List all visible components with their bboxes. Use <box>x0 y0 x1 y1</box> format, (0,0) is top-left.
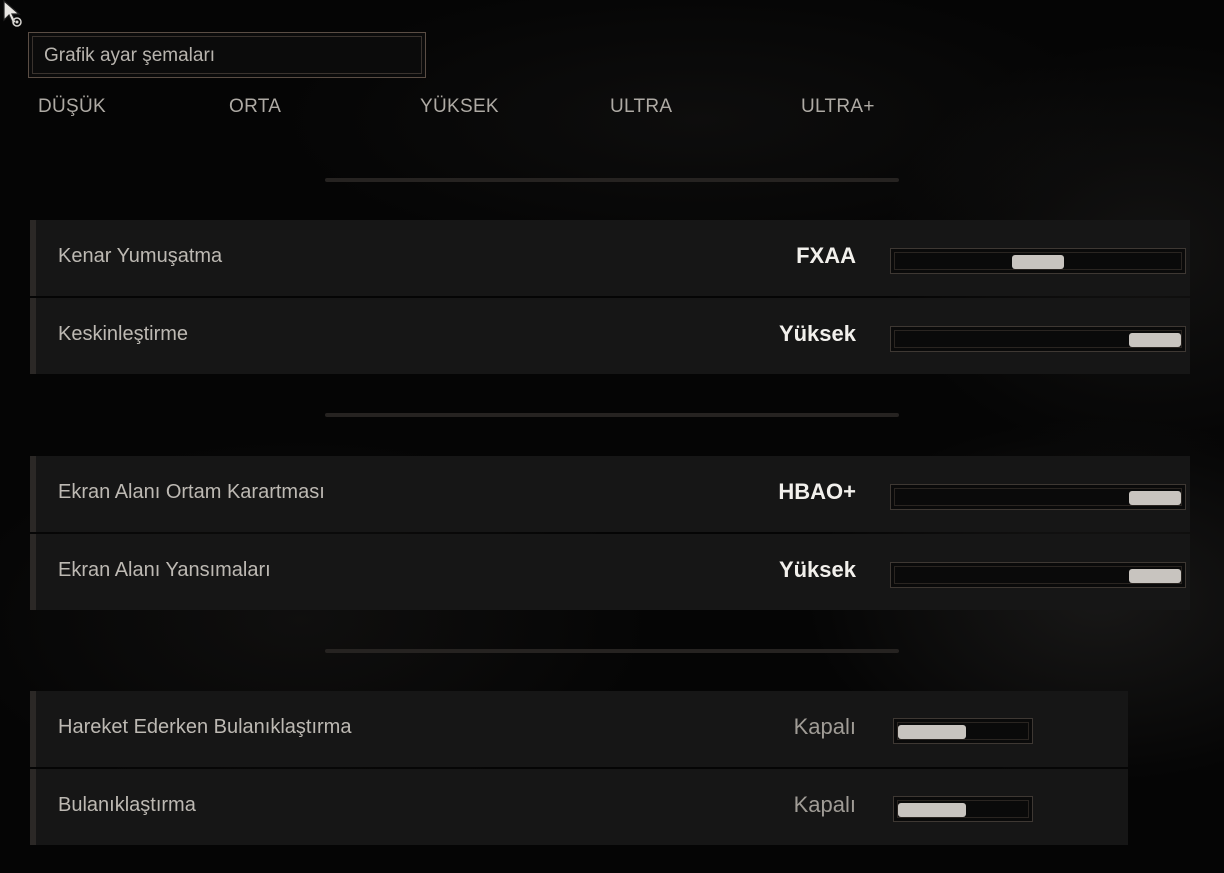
setting-label: Ekran Alanı Yansımaları <box>58 559 271 581</box>
setting-slider[interactable] <box>890 248 1186 274</box>
preset-option-medium[interactable]: ORTA <box>229 96 281 118</box>
setting-slider[interactable] <box>890 562 1186 588</box>
section-divider <box>325 413 899 417</box>
setting-toggle-slider[interactable] <box>893 718 1033 744</box>
setting-value: Kapalı <box>793 792 856 817</box>
setting-value: FXAA <box>796 243 856 268</box>
preset-option-ultra-plus[interactable]: ULTRA+ <box>801 96 875 118</box>
setting-row-screen-space-reflections[interactable]: Ekran Alanı Yansımaları Yüksek <box>30 534 1190 610</box>
setting-label: Ekran Alanı Ortam Karartması <box>58 481 325 503</box>
preset-option-ultra[interactable]: ULTRA <box>610 96 672 118</box>
setting-row-motion-blur[interactable]: Hareket Ederken Bulanıklaştırma Kapalı <box>30 691 1128 767</box>
slider-thumb[interactable] <box>1129 569 1181 583</box>
setting-value: HBAO+ <box>778 479 856 504</box>
setting-label: Hareket Ederken Bulanıklaştırma <box>58 716 352 738</box>
slider-thumb[interactable] <box>898 803 966 817</box>
setting-value: Yüksek <box>778 321 856 346</box>
setting-value: Yüksek <box>778 557 856 582</box>
preset-option-low[interactable]: DÜŞÜK <box>38 96 106 118</box>
slider-thumb[interactable] <box>1012 255 1064 269</box>
setting-slider[interactable] <box>890 326 1186 352</box>
section-divider <box>325 178 899 182</box>
setting-value: Kapalı <box>793 714 856 739</box>
preset-option-high[interactable]: YÜKSEK <box>420 96 499 118</box>
setting-label: Bulanıklaştırma <box>58 794 196 816</box>
setting-slider[interactable] <box>890 484 1186 510</box>
slider-thumb[interactable] <box>1129 491 1181 505</box>
setting-label: Kenar Yumuşatma <box>58 245 223 267</box>
setting-row-blur[interactable]: Bulanıklaştırma Kapalı <box>30 769 1128 845</box>
slider-thumb[interactable] <box>898 725 966 739</box>
setting-label: Keskinleştirme <box>58 323 189 345</box>
slider-thumb[interactable] <box>1129 333 1181 347</box>
setting-row-ambient-occlusion[interactable]: Ekran Alanı Ortam Karartması HBAO+ <box>30 456 1190 532</box>
setting-row-anti-aliasing[interactable]: Kenar Yumuşatma FXAA <box>30 220 1190 296</box>
graphics-preset-title: Grafik ayar şemaları <box>44 45 216 66</box>
setting-row-sharpening[interactable]: Keskinleştirme Yüksek <box>30 298 1190 374</box>
section-divider <box>325 649 899 653</box>
graphics-preset-header: Grafik ayar şemaları <box>28 32 426 78</box>
setting-toggle-slider[interactable] <box>893 796 1033 822</box>
mouse-pointer-icon <box>3 0 22 27</box>
